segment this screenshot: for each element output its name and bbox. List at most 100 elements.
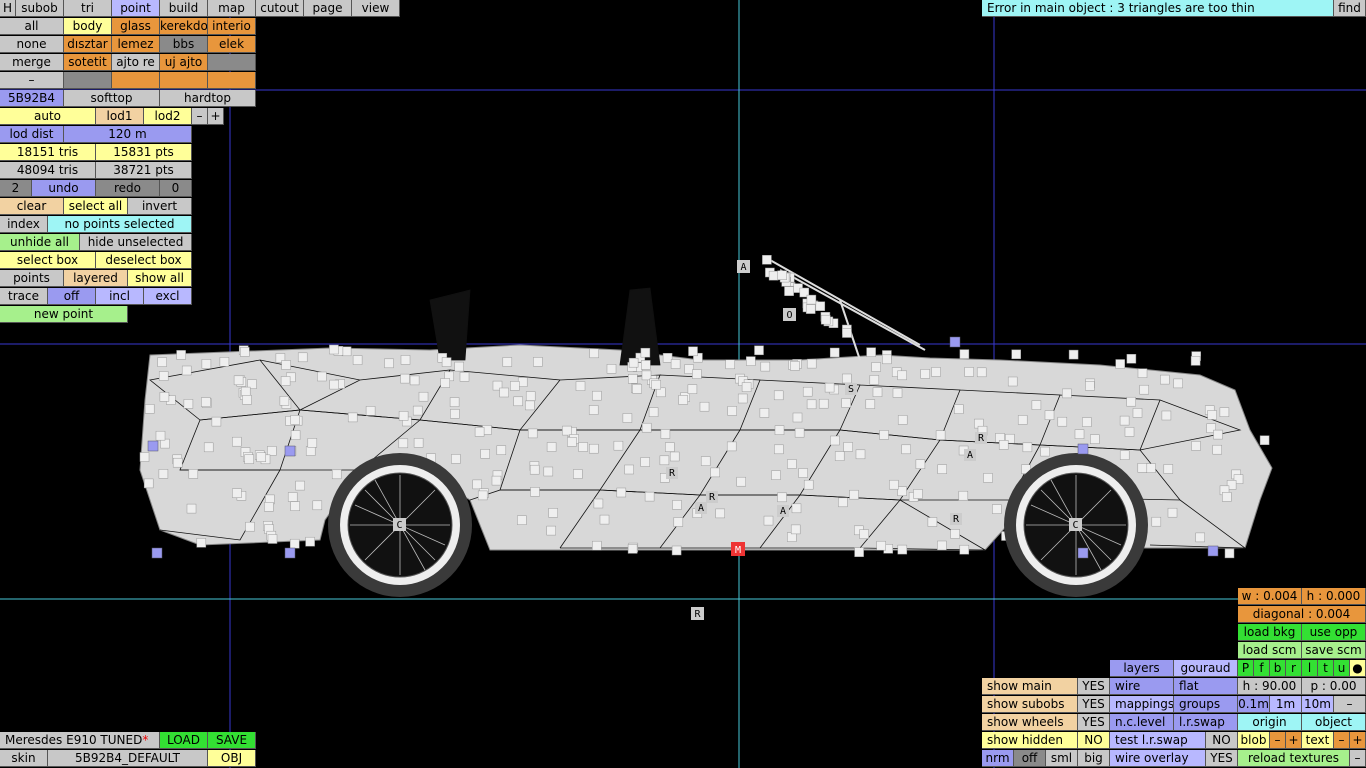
vertex-marker[interactable] — [530, 487, 540, 497]
vertex-marker[interactable] — [219, 357, 230, 367]
vertex-marker[interactable] — [1057, 416, 1068, 427]
vertex-marker[interactable] — [715, 508, 725, 519]
invert-button[interactable]: invert — [128, 198, 192, 215]
vertex-marker[interactable] — [211, 416, 222, 427]
vertex-marker[interactable] — [1167, 507, 1178, 518]
vertex-marker[interactable] — [474, 427, 485, 437]
vertex-marker[interactable] — [628, 357, 639, 368]
vertex-marker[interactable] — [1259, 435, 1270, 445]
vertex-marker[interactable] — [806, 399, 817, 410]
vertex-marker[interactable] — [267, 446, 277, 456]
vertex-marker[interactable] — [329, 379, 339, 390]
vertex-marker[interactable] — [158, 371, 169, 381]
layer-glass[interactable]: glass — [112, 18, 160, 35]
vertex-marker[interactable] — [307, 438, 318, 448]
vertex-marker[interactable] — [687, 384, 698, 394]
show-hidden-button[interactable]: show hidden — [982, 732, 1078, 749]
groups-button[interactable]: groups — [1174, 696, 1238, 713]
vertex-marker[interactable] — [1163, 464, 1174, 474]
new-point-button[interactable]: new point — [0, 306, 128, 323]
vertex-marker[interactable] — [256, 452, 266, 462]
vertex-marker[interactable] — [876, 540, 886, 551]
vertex-marker[interactable] — [889, 479, 899, 490]
vertex-marker[interactable] — [644, 491, 655, 502]
layer-empty-3[interactable] — [112, 72, 160, 89]
skin-value[interactable]: 5B92B4_DEFAULT — [48, 750, 208, 767]
vertex-marker[interactable] — [931, 367, 941, 377]
vertex-marker[interactable] — [777, 492, 787, 503]
vertex-marker[interactable] — [472, 479, 482, 490]
vertex-marker[interactable] — [790, 361, 800, 371]
vertex-marker[interactable] — [240, 347, 250, 357]
vertex-marker[interactable] — [741, 382, 752, 392]
vertex-marker[interactable] — [803, 479, 814, 490]
vertex-marker[interactable] — [398, 438, 409, 449]
step-1m-button[interactable]: 1m — [1270, 696, 1302, 713]
vertex-marker[interactable] — [670, 359, 681, 369]
vertex-marker[interactable] — [480, 449, 490, 459]
vertex-marker[interactable] — [983, 473, 993, 483]
vertex-marker[interactable] — [798, 468, 808, 478]
car-model[interactable] — [139, 255, 1273, 597]
vertex-marker[interactable] — [992, 504, 1002, 514]
trace-excl-button[interactable]: excl — [144, 288, 192, 305]
vertex-marker[interactable] — [762, 255, 772, 265]
vertex-marker[interactable] — [1126, 396, 1136, 407]
rotation-p-value[interactable]: p : 0.00 — [1302, 678, 1366, 695]
vertex-marker[interactable] — [1090, 434, 1100, 444]
vertex-marker[interactable] — [763, 515, 774, 526]
layer-empty-2[interactable] — [64, 72, 112, 89]
vertex-marker[interactable] — [665, 442, 675, 452]
vertex-marker[interactable] — [329, 344, 339, 355]
vertex-marker[interactable] — [1212, 444, 1222, 455]
vertex-marker[interactable] — [290, 415, 300, 425]
vertex-marker[interactable] — [159, 392, 170, 402]
vertex-marker[interactable] — [1085, 381, 1095, 391]
mappings-button[interactable]: mappings — [1110, 696, 1174, 713]
vertex-marker[interactable] — [959, 544, 970, 555]
vertex-marker[interactable] — [673, 517, 684, 527]
vertex-marker[interactable] — [588, 405, 599, 415]
vertex-marker[interactable] — [802, 386, 813, 397]
vertex-marker[interactable] — [915, 459, 926, 469]
vertex-marker[interactable] — [183, 399, 194, 409]
vertex-marker[interactable] — [567, 437, 577, 447]
vertex-marker[interactable] — [454, 361, 464, 372]
load-scm-button[interactable]: load scm — [1238, 642, 1302, 659]
menu-point[interactable]: point — [112, 0, 160, 17]
vertex-marker[interactable] — [624, 464, 634, 475]
text-plus-button[interactable]: + — [1350, 732, 1366, 749]
color-code[interactable]: 5B92B4 — [0, 90, 64, 107]
vertex-marker[interactable] — [859, 529, 869, 539]
vertex-marker[interactable] — [678, 395, 688, 405]
layer-empty-4[interactable] — [160, 72, 208, 89]
vertex-marker[interactable] — [575, 381, 586, 391]
layered-button[interactable]: layered — [64, 270, 128, 287]
vertex-marker[interactable] — [242, 395, 252, 405]
vertex-marker[interactable] — [264, 502, 274, 512]
trace-button[interactable]: trace — [0, 288, 48, 305]
menu-map[interactable]: map — [208, 0, 256, 17]
vertex-marker[interactable] — [964, 367, 974, 377]
vertex-marker[interactable] — [592, 390, 602, 401]
vertex-marker[interactable] — [976, 367, 987, 378]
hardtop-button[interactable]: hardtop — [160, 90, 256, 107]
layer-uj-ajto[interactable]: uj ajto — [160, 54, 208, 71]
lod-auto-button[interactable]: auto — [0, 108, 96, 125]
menu-view[interactable]: view — [352, 0, 400, 17]
vertex-marker[interactable] — [950, 529, 960, 539]
vertex-marker[interactable] — [543, 466, 554, 477]
vertex-marker[interactable] — [773, 390, 784, 401]
vertex-marker[interactable] — [627, 544, 638, 554]
vertex-marker[interactable] — [842, 373, 852, 384]
vertex-marker[interactable] — [188, 469, 199, 479]
vertex-marker[interactable] — [791, 503, 802, 514]
vertex-marker[interactable] — [158, 469, 169, 479]
vertex-marker[interactable] — [599, 514, 610, 525]
layer-kerekdo[interactable]: kerekdo — [160, 18, 208, 35]
vertex-marker[interactable] — [954, 404, 964, 414]
vertex-marker[interactable] — [1213, 429, 1223, 440]
vertex-marker[interactable] — [384, 358, 394, 369]
vertex-marker[interactable] — [139, 452, 150, 462]
layer-empty-1[interactable] — [208, 54, 256, 71]
